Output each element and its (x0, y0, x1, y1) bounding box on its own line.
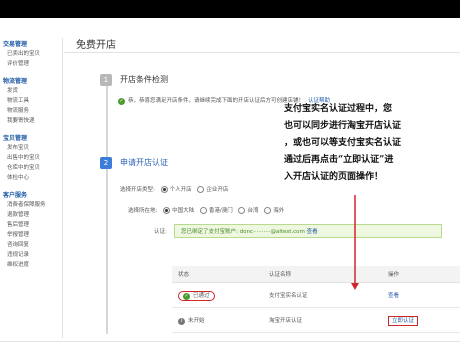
top-black-bar (0, 0, 460, 18)
location-label: 选择所在地: (128, 208, 158, 214)
sidebar-item[interactable]: 物流工具 (0, 96, 62, 106)
radio-hk-macau[interactable] (199, 207, 207, 214)
sidebar-group-service: 客户服务 消费者保障服务 退款管理 售后管理 举报管理 咨询回复 违规记录 维权… (0, 189, 62, 270)
sidebar-group-trade: 交易管理 已卖出的宝贝 评价管理 (0, 38, 62, 69)
step-2-number: 2 (100, 157, 112, 169)
table-row: i 未开始 淘宝开店认证 立即认证 (172, 307, 460, 333)
page-title: 免费开店 (76, 40, 116, 51)
title-divider (64, 52, 460, 53)
radio-personal[interactable] (160, 186, 168, 193)
callout-line: ，或也可以等支付宝实名认证 (284, 138, 402, 148)
sidebar-head[interactable]: 交易管理 (0, 38, 62, 49)
callout-line: 通过后再点击“立即认证”进 (284, 155, 394, 165)
sidebar-item[interactable]: 举报管理 (0, 230, 62, 240)
sidebar-item[interactable]: 违规记录 (0, 250, 62, 260)
location-row: 选择所在地: 中国大陆 香港/澳门 台湾 海外 (128, 206, 284, 214)
radio-enterprise[interactable] (197, 186, 205, 193)
status-passed-highlight: ✓ 已通过 (178, 290, 215, 301)
action-cell: 查看 (382, 282, 460, 308)
sidebar-group-goods: 宝贝管理 发布宝贝 出售中的宝贝 仓库中的宝贝 体检中心 (0, 132, 62, 183)
sidebar-item[interactable]: 发布宝贝 (0, 143, 62, 153)
status-cell: ✓ 已通过 (172, 282, 263, 308)
table-header-row: 状态 认证名称 操作 (172, 266, 460, 283)
main-panel: 免费开店 1 开店条件检测 ✓ 恭，恭喜您满足开店条件，请继续完成下面的开店认证后… (64, 30, 460, 352)
radio-taiwan[interactable] (238, 207, 246, 214)
certify-now-button[interactable]: 立即认证 (388, 316, 419, 326)
step-1-number: 1 (100, 74, 112, 86)
radio-enterprise-label[interactable]: 企业开店 (206, 187, 228, 193)
view-link[interactable]: 查看 (388, 293, 399, 299)
verify-label: 认证: (154, 229, 167, 235)
col-status: 状态 (172, 266, 263, 283)
radio-mainland-label[interactable]: 中国大陆 (172, 208, 194, 214)
sidebar-item[interactable]: 已卖出的宝贝 (0, 49, 62, 59)
sidebar-item[interactable]: 出售中的宝贝 (0, 153, 62, 163)
radio-overseas[interactable] (264, 207, 272, 214)
sidebar-item[interactable]: 退款管理 (0, 210, 62, 220)
sidebar-item[interactable]: 咨询回复 (0, 240, 62, 250)
sidebar-item[interactable]: 维权进度 (0, 260, 62, 270)
store-type-row: 选择开店类型: 个人开店 企业开店 (120, 185, 228, 193)
radio-mainland[interactable] (163, 207, 171, 214)
sidebar-item[interactable]: 发货 (0, 86, 62, 96)
radio-hk-macau-label[interactable]: 香港/澳门 (209, 208, 233, 214)
certification-table: 状态 认证名称 操作 ✓ 已通过 支付宝实名认证 查看 i 未开始 淘宝开店认证 立… (172, 266, 460, 333)
status-passed: 已通过 (193, 292, 210, 299)
sidebar-item[interactable]: 体检中心 (0, 173, 62, 183)
sidebar-item[interactable]: 消费者保障服务 (0, 200, 62, 210)
bottom-divider (0, 341, 460, 342)
sidebar-head[interactable]: 物流管理 (0, 75, 62, 86)
sidebar-group-logistics: 物流管理 发货 物流工具 物流服务 我要寄快递 (0, 75, 62, 126)
col-action: 操作 (382, 266, 460, 283)
sidebar-item[interactable]: 我要寄快递 (0, 116, 62, 126)
step-1-title: 开店条件检测 (120, 75, 168, 84)
callout-line: 入开店认证的页面操作！ (284, 172, 384, 182)
step-2-title: 申请开店认证 (120, 158, 168, 167)
alipay-bound-notice: 您已绑定了支付宝账户: donc··········@altest.com 查看 (174, 224, 442, 238)
sidebar-item[interactable]: 仓库中的宝贝 (0, 163, 62, 173)
info-icon: i (178, 317, 185, 325)
store-type-label: 选择开店类型: (120, 187, 155, 193)
check-icon: ✓ (118, 98, 125, 105)
radio-overseas-label[interactable]: 海外 (273, 208, 284, 214)
cert-name-taobao: 淘宝开店认证 (263, 307, 382, 333)
sidebar-head[interactable]: 客户服务 (0, 189, 62, 200)
radio-personal-label[interactable]: 个人开店 (170, 187, 192, 193)
radio-taiwan-label[interactable]: 台湾 (247, 208, 258, 214)
table-row: ✓ 已通过 支付宝实名认证 查看 (172, 282, 460, 308)
col-name: 认证名称 (263, 266, 382, 283)
step-connector (106, 74, 108, 334)
alipay-bound-text: 您已绑定了支付宝账户: donc··········@altest.com (181, 229, 305, 235)
sidebar: 交易管理 已卖出的宝贝 评价管理 物流管理 发货 物流工具 物流服务 我要寄快递… (0, 38, 63, 338)
cert-name-alipay: 支付宝实名认证 (263, 282, 382, 308)
action-cell: 立即认证 (382, 307, 460, 333)
callout-line: 支付宝实名认证过程中，您 (284, 104, 393, 114)
notice-text: 恭，恭喜您满足开店条件，请继续完成下面的开店认证后方可创建店铺！ (128, 98, 305, 104)
alipay-view-link[interactable]: 查看 (307, 229, 318, 235)
sidebar-item[interactable]: 物流服务 (0, 106, 62, 116)
annotation-callout: 支付宝实名认证过程中，您 也可以同步进行淘宝开店认证 ，或也可以等支付宝实名认证… (284, 101, 444, 186)
sidebar-item[interactable]: 售后管理 (0, 220, 62, 230)
sidebar-head[interactable]: 宝贝管理 (0, 132, 62, 143)
callout-line: 也可以同步进行淘宝开店认证 (284, 121, 402, 131)
status-cell: i 未开始 (172, 307, 263, 333)
status-not-started: 未开始 (188, 317, 205, 324)
check-icon: ✓ (183, 292, 190, 300)
sidebar-item[interactable]: 评价管理 (0, 59, 62, 69)
